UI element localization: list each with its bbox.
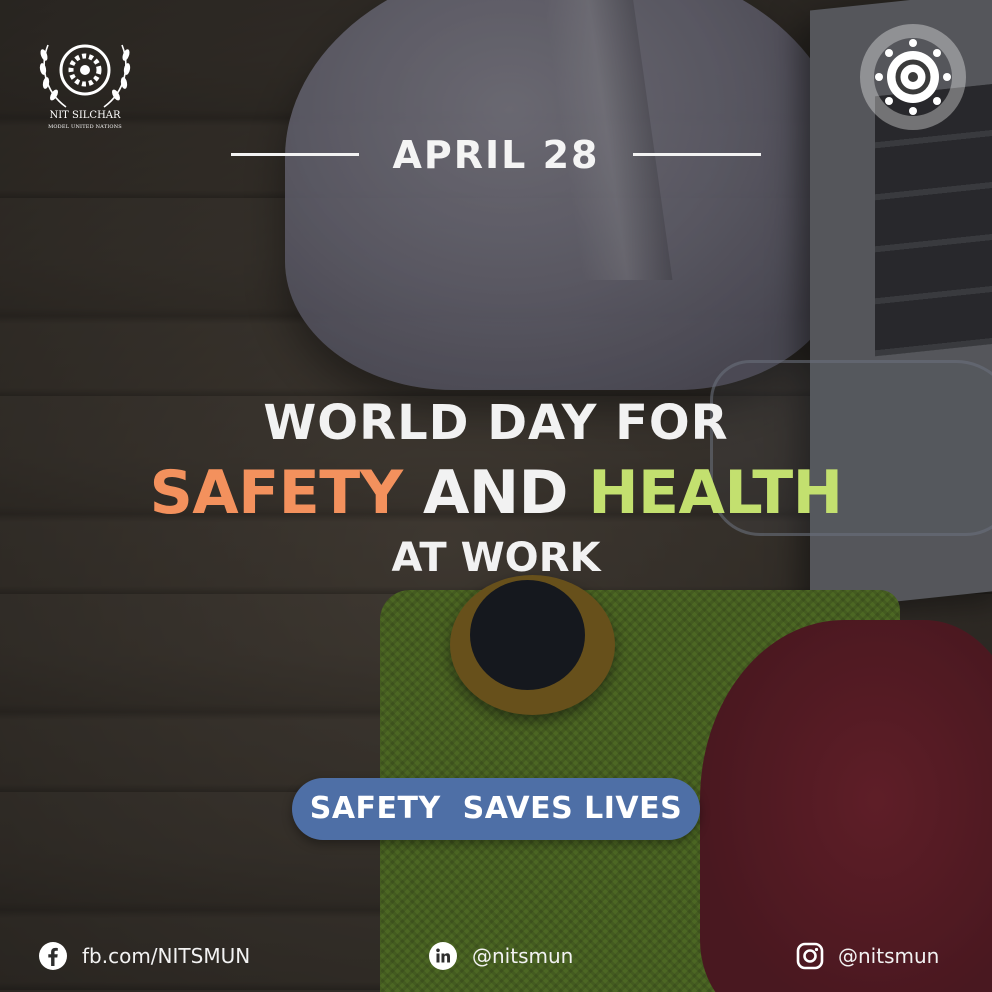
headline-line-1: WORLD DAY FOR <box>263 395 729 451</box>
nit-silchar-seal-icon <box>860 24 966 130</box>
event-date: APRIL 28 <box>392 133 600 177</box>
facebook-handle: fb.com/NITSMUN <box>82 944 251 968</box>
social-facebook[interactable]: fb.com/NITSMUN <box>38 938 250 974</box>
headline-line-2: SAFETY AND HEALTH <box>0 455 992 531</box>
date-row: APRIL 28 <box>0 130 992 180</box>
nit-silchar-label: NIT SILCHAR <box>49 110 121 121</box>
headline-line-3: AT WORK <box>391 535 601 581</box>
poster: NIT SILCHAR MODEL UNITED NATIONS APRIL 2… <box>0 0 992 992</box>
headline-safety: SAFETY <box>149 458 404 528</box>
headline-and: AND <box>422 458 568 528</box>
social-linkedin[interactable]: @nitsmun <box>428 938 573 974</box>
headline-health: HEALTH <box>588 458 843 528</box>
facebook-icon <box>39 942 67 970</box>
social-instagram[interactable]: @nitsmun <box>796 938 939 974</box>
linkedin-icon <box>429 942 457 970</box>
instagram-icon <box>796 942 824 970</box>
linkedin-handle: @nitsmun <box>472 944 574 968</box>
instagram-handle: @nitsmun <box>838 944 940 968</box>
tagline-pill: SAFETY SAVES LIVES <box>292 778 700 840</box>
date-divider-right <box>633 153 761 156</box>
